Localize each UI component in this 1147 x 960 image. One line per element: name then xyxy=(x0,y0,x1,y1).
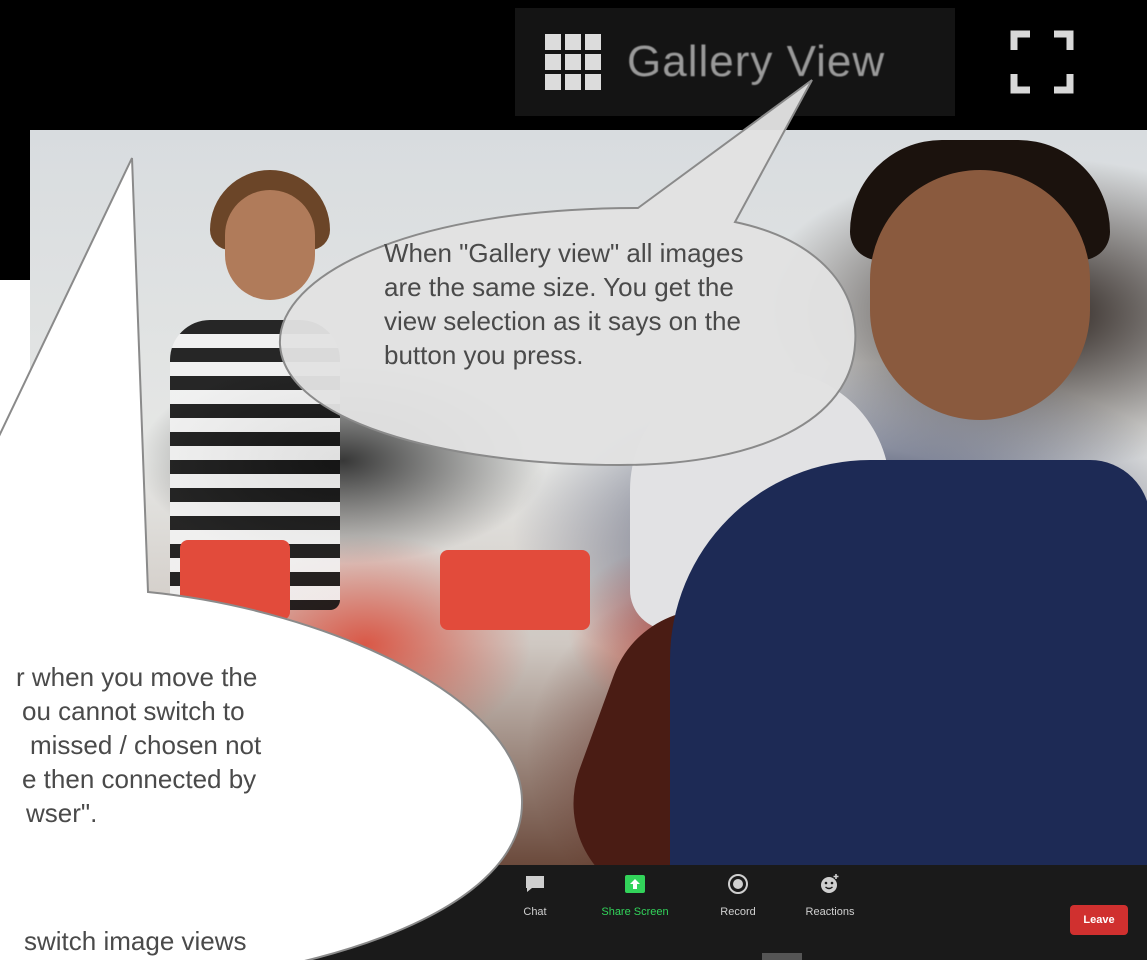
left-callout-line: missed / chosen not xyxy=(30,730,262,760)
left-callout-text: r when you move the ou cannot switch to … xyxy=(0,660,520,830)
top-bar-edge xyxy=(0,130,30,280)
record-icon xyxy=(728,874,748,894)
share-screen-icon xyxy=(625,875,645,893)
left-callout-line: switch image views xyxy=(24,926,247,956)
gallery-callout-text: When "Gallery view" all images are the s… xyxy=(384,238,744,370)
share-screen-label: Share Screen xyxy=(601,906,669,918)
left-callout-line: wser". xyxy=(26,798,98,828)
left-callout-line: e then connected by xyxy=(22,764,257,794)
reactions-label: Reactions xyxy=(805,906,855,918)
reactions-button[interactable]: Reactions xyxy=(775,873,885,918)
share-screen-button[interactable]: Share Screen xyxy=(580,873,690,918)
reactions-icon xyxy=(821,874,839,893)
gallery-view-button[interactable]: Gallery View xyxy=(515,8,955,116)
left-callout-line: ou cannot switch to xyxy=(22,696,245,726)
participant-figure xyxy=(870,170,1090,420)
chair xyxy=(180,540,290,620)
toolbar-scroll-handle[interactable] xyxy=(762,953,802,960)
grid-icon xyxy=(545,34,601,90)
chat-label: Chat xyxy=(523,906,547,918)
participant-figure xyxy=(225,190,315,300)
left-callout-line: r when you move the xyxy=(16,662,258,692)
fullscreen-icon[interactable] xyxy=(1010,30,1074,94)
chat-button[interactable]: Chat xyxy=(480,873,590,918)
top-bar: Gallery View xyxy=(0,0,1147,130)
leave-button[interactable]: Leave xyxy=(1070,905,1128,935)
participant-figure xyxy=(670,460,1147,865)
gallery-view-label: Gallery View xyxy=(627,37,886,86)
chat-icon xyxy=(526,876,544,892)
chair xyxy=(440,550,590,630)
